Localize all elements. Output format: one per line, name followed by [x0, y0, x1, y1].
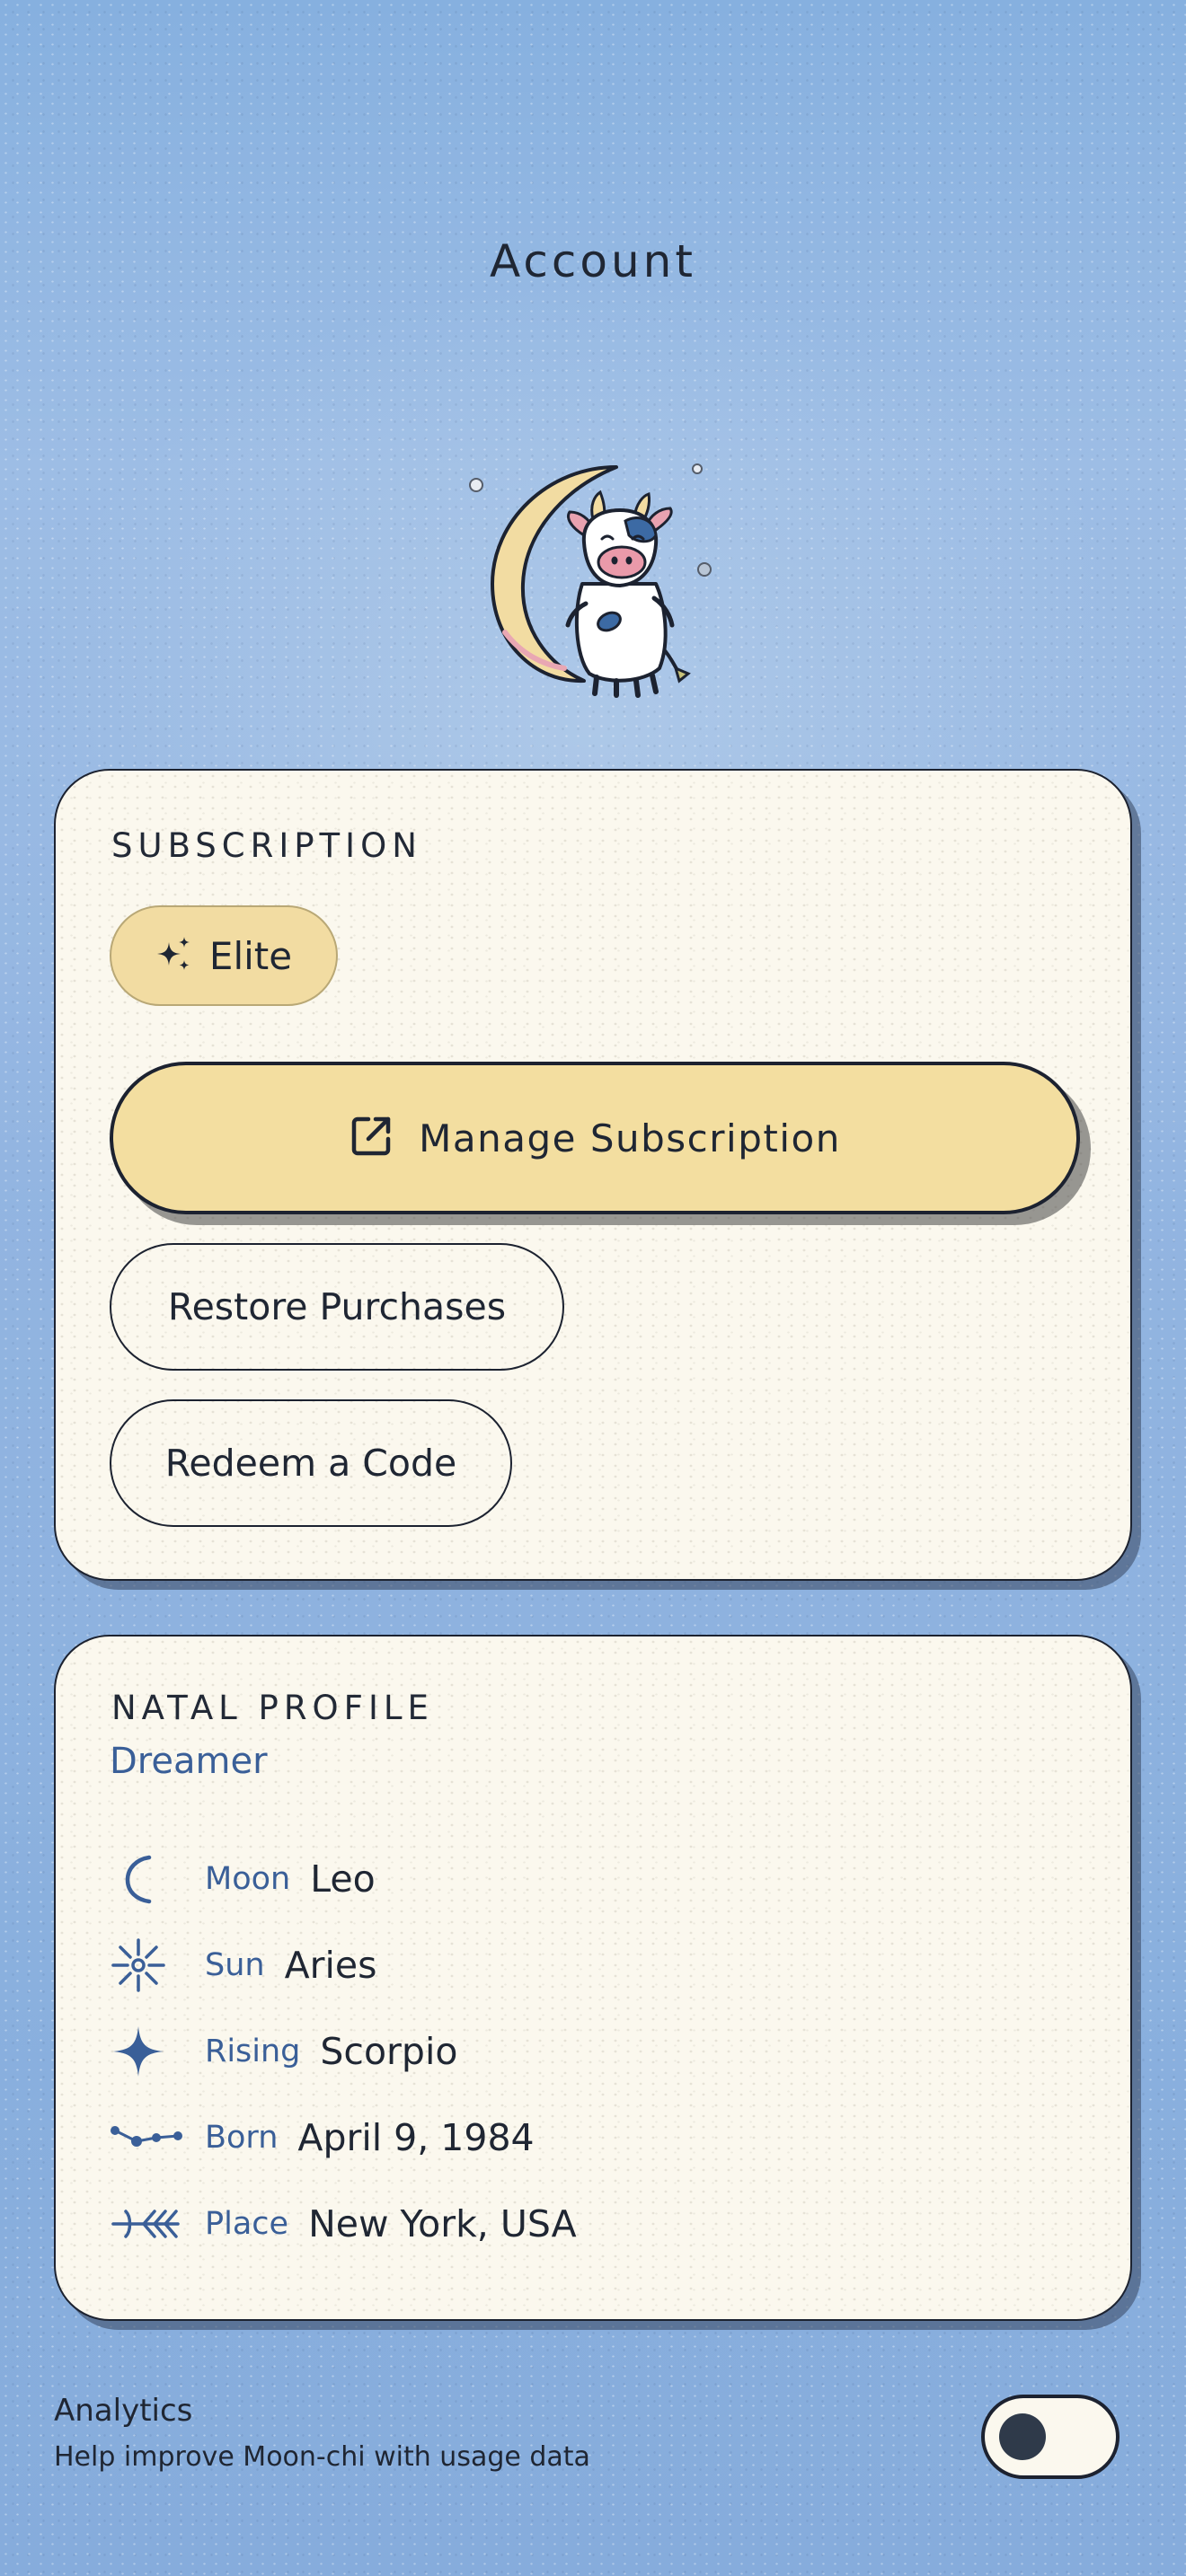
- natal-key: Rising: [205, 2033, 301, 2069]
- sun-icon: [110, 1934, 185, 1997]
- manage-subscription-label: Manage Subscription: [419, 1116, 841, 1160]
- subscription-tier-badge: Elite: [110, 905, 338, 1006]
- natal-value: Scorpio: [320, 2030, 458, 2073]
- manage-subscription-button[interactable]: Manage Subscription: [110, 1062, 1080, 1214]
- cow-on-moon-illustration: [469, 463, 712, 698]
- redeem-code-button[interactable]: Redeem a Code: [110, 1399, 512, 1527]
- natal-row-moon: Moon Leo: [110, 1843, 376, 1915]
- crescent-moon-icon: [110, 1848, 185, 1910]
- analytics-description: Help improve Moon-chi with usage data: [54, 2441, 590, 2473]
- natal-value: April 9, 1984: [297, 2116, 535, 2159]
- page-title: Account: [490, 235, 696, 287]
- natal-row-rising: Rising Scorpio: [110, 2016, 457, 2087]
- analytics-toggle[interactable]: [981, 2395, 1120, 2479]
- natal-row-born: Born April 9, 1984: [110, 2102, 535, 2174]
- toggle-knob: [999, 2413, 1046, 2460]
- analytics-title: Analytics: [54, 2393, 193, 2429]
- sparkles-icon: [155, 935, 193, 976]
- natal-value: New York, USA: [308, 2202, 577, 2245]
- natal-key: Place: [205, 2206, 289, 2242]
- arrow-icon: [110, 2192, 185, 2255]
- natal-section-label: NATAL PROFILE: [111, 1689, 434, 1727]
- external-link-icon: [349, 1114, 394, 1162]
- natal-profile-card: NATAL PROFILE Dreamer Moon Leo Sun Aries: [54, 1635, 1132, 2321]
- four-point-star-icon: [110, 2020, 185, 2083]
- natal-row-sun: Sun Aries: [110, 1929, 376, 2001]
- subscription-section-label: SUBSCRIPTION: [111, 826, 422, 865]
- natal-row-place: Place New York, USA: [110, 2188, 577, 2260]
- constellation-icon: [110, 2106, 185, 2169]
- natal-key: Moon: [205, 1861, 291, 1897]
- subscription-tier-label: Elite: [208, 933, 293, 978]
- natal-key: Sun: [205, 1947, 265, 1983]
- analytics-setting: Analytics Help improve Moon-chi with usa…: [54, 2393, 590, 2473]
- natal-value: Aries: [284, 1944, 377, 1987]
- natal-key: Born: [205, 2120, 279, 2156]
- restore-purchases-button[interactable]: Restore Purchases: [110, 1243, 564, 1371]
- subscription-card: SUBSCRIPTION Elite Manage Subscription R…: [54, 769, 1132, 1581]
- natal-archetype: Dreamer: [110, 1741, 268, 1782]
- natal-value: Leo: [310, 1857, 376, 1901]
